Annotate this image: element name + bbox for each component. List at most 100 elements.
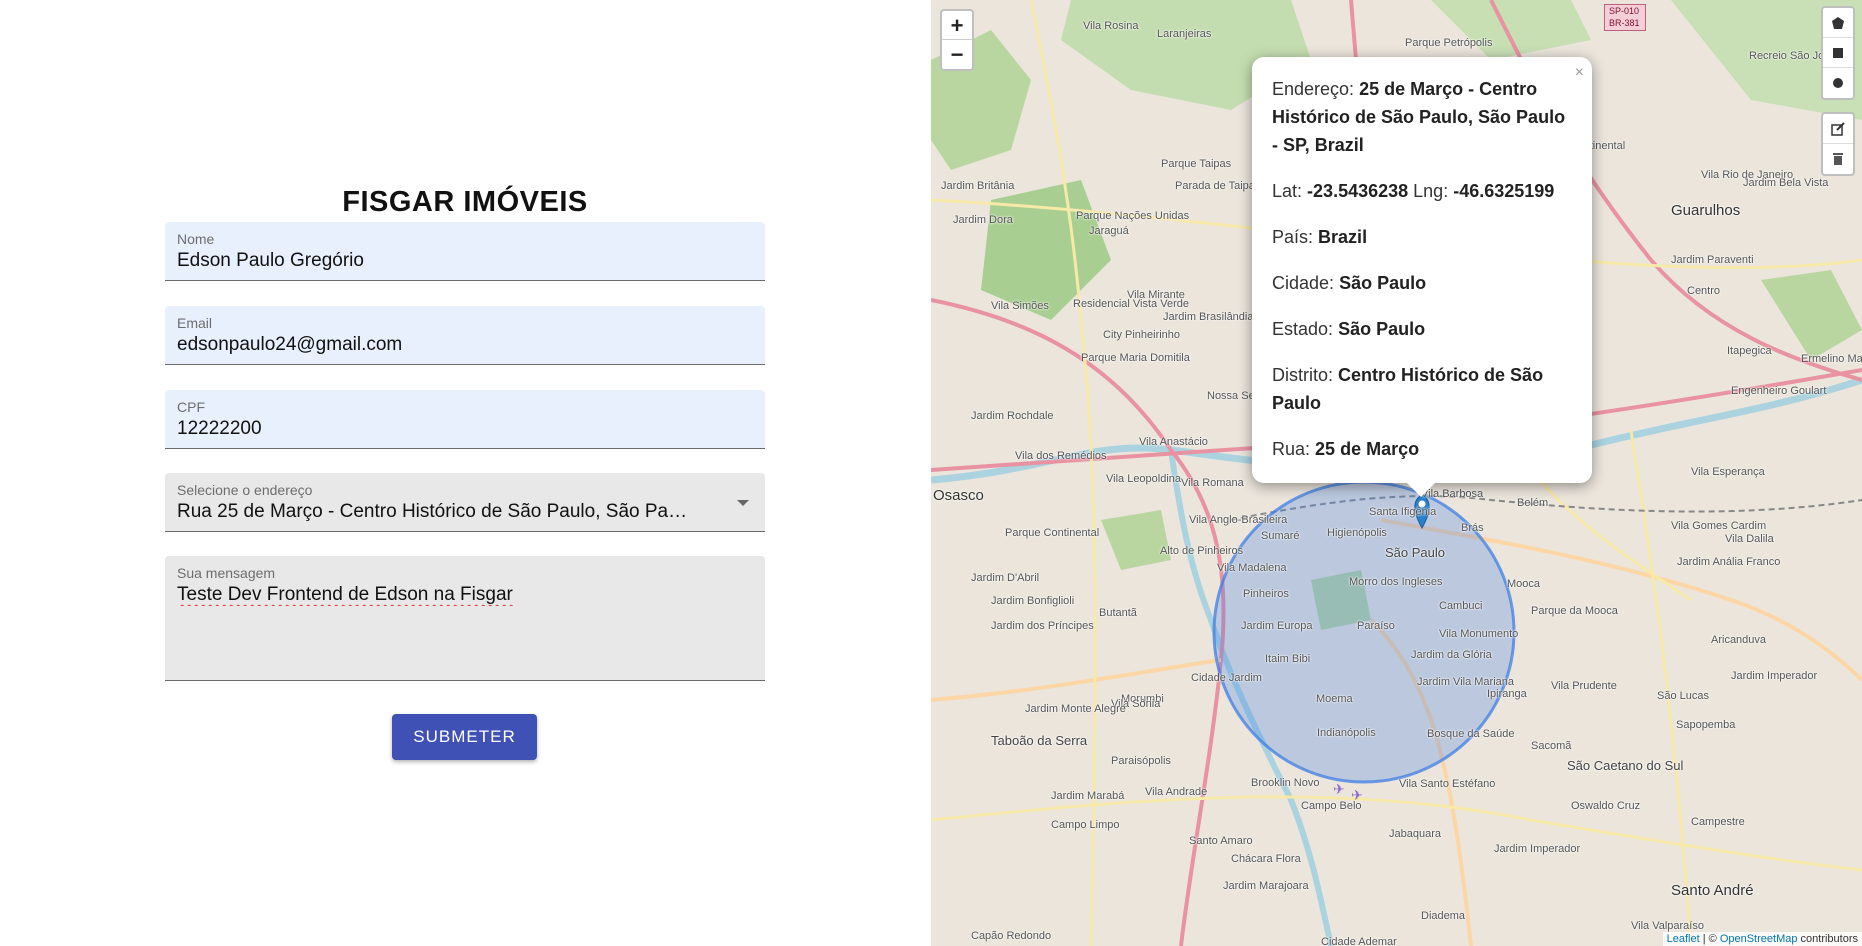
- zoom-out-button[interactable]: −: [942, 40, 972, 69]
- message-textarea[interactable]: Sua mensagem Teste Dev Frontend de Edson…: [165, 556, 765, 681]
- place-label: Guarulhos: [1671, 202, 1741, 219]
- place-label: Vila Santo Estéfano: [1399, 778, 1496, 790]
- place-label: Higienópolis: [1327, 527, 1387, 539]
- place-label: Moema: [1316, 693, 1353, 705]
- place-label: Parque Petrópolis: [1405, 37, 1493, 49]
- popup-city-label: Cidade:: [1272, 273, 1335, 293]
- popup-address-label: Endereço:: [1272, 79, 1355, 99]
- place-label: Jardim Anália Franco: [1677, 556, 1781, 568]
- name-field[interactable]: Nome Edson Paulo Gregório: [165, 222, 765, 281]
- place-label: City Pinheirinho: [1103, 329, 1181, 341]
- popup-tip: [1407, 483, 1435, 497]
- popup-street-value: 25 de Março: [1315, 439, 1420, 459]
- place-label: Capão Redondo: [971, 930, 1052, 942]
- email-field-value[interactable]: edsonpaulo24@gmail.com: [177, 334, 402, 356]
- place-label: Vila Leopoldina: [1106, 473, 1182, 485]
- place-label: Osasco: [933, 487, 984, 504]
- place-label: Engenheiro Goulart: [1731, 385, 1827, 397]
- place-label: Jardim Marajoara: [1223, 880, 1309, 892]
- place-label: Campo Belo: [1301, 800, 1362, 812]
- route-shield-line: BR-381: [1609, 18, 1640, 28]
- place-label: Indianópolis: [1317, 727, 1376, 739]
- popup-state-value: São Paulo: [1338, 319, 1426, 339]
- cpf-field-value[interactable]: 12222200: [177, 418, 262, 440]
- popup-address-row: Endereço: 25 de Março - Centro Histórico…: [1272, 75, 1572, 159]
- popup-country-row: País: Brazil: [1272, 223, 1572, 251]
- email-field[interactable]: Email edsonpaulo24@gmail.com: [165, 306, 765, 365]
- place-label: Aricanduva: [1711, 634, 1767, 646]
- place-label: Vila Monumento: [1439, 628, 1519, 640]
- place-label: Parque da Mooca: [1531, 605, 1618, 617]
- place-label: Jardim Bonfiglioli: [991, 595, 1075, 607]
- place-label: São Paulo: [1385, 545, 1445, 560]
- place-label: Jardim Europa: [1241, 620, 1313, 632]
- place-label: Jardim da Glória: [1411, 649, 1492, 661]
- place-label: Vila Esperança: [1691, 466, 1765, 478]
- place-label: Parque Continental: [1005, 527, 1100, 539]
- place-label: Vila Anglo-Brasileira: [1189, 514, 1288, 526]
- submit-button[interactable]: SUBMETER: [392, 714, 537, 760]
- place-label: Jardim dos Príncipes: [991, 620, 1094, 632]
- place-label: Jardim Vila Mariana: [1417, 676, 1515, 688]
- draw-polygon-button[interactable]: [1823, 8, 1853, 38]
- map-attribution: Leaflet | © OpenStreetMap contributors: [1662, 932, 1862, 946]
- attribution-suffix: contributors: [1797, 933, 1858, 945]
- contact-form-panel: FISGAR IMÓVEIS Nome Edson Paulo Gregório…: [0, 0, 931, 946]
- draw-rectangle-button[interactable]: [1823, 38, 1853, 68]
- place-label: Jardim Imperador: [1731, 670, 1818, 682]
- message-textarea-value[interactable]: Teste Dev Frontend de Edson na Fisgar: [177, 584, 513, 606]
- place-label: Jardim Britânia: [941, 180, 1015, 192]
- place-label: Jabaquara: [1389, 828, 1441, 840]
- cpf-field[interactable]: CPF 12222200: [165, 390, 765, 449]
- place-label: Jardim Rochdale: [971, 410, 1054, 422]
- place-label: Vila Madalena: [1217, 562, 1287, 574]
- place-label: Residencial Vista Verde: [1073, 298, 1189, 310]
- polygon-icon: [1832, 16, 1844, 29]
- place-label: Parada de Taipas: [1175, 180, 1261, 192]
- app-root: FISGAR IMÓVEIS Nome Edson Paulo Gregório…: [0, 0, 1862, 946]
- zoom-in-button[interactable]: +: [942, 11, 972, 40]
- name-field-value[interactable]: Edson Paulo Gregório: [177, 250, 364, 272]
- place-label: São Lucas: [1657, 690, 1709, 702]
- name-field-label: Nome: [177, 231, 215, 247]
- trash-icon: [1833, 153, 1843, 165]
- place-label: Jardim Paraventi: [1671, 254, 1754, 266]
- place-label: Vila Rosina: [1083, 20, 1139, 32]
- place-label: Vila Valparaíso: [1631, 920, 1704, 932]
- place-label: Jardim Imperador: [1494, 843, 1581, 855]
- address-select[interactable]: Selecione o endereço Rua 25 de Março - C…: [165, 473, 765, 532]
- place-label: Ipiranga: [1487, 688, 1527, 700]
- popup-state-row: Estado: São Paulo: [1272, 315, 1572, 343]
- address-select-value[interactable]: Rua 25 de Março - Centro Histórico de Sã…: [177, 501, 697, 523]
- leaflet-link[interactable]: Leaflet: [1667, 933, 1700, 945]
- place-label: Mooca: [1507, 578, 1541, 590]
- address-select-label: Selecione o endereço: [177, 482, 313, 498]
- delete-layers-button[interactable]: [1823, 144, 1853, 174]
- openstreetmap-link[interactable]: OpenStreetMap: [1720, 933, 1798, 945]
- popup-coords-row: Lat: -23.5436238 Lng: -46.6325199: [1272, 177, 1572, 205]
- place-label: Parque Taipas: [1161, 158, 1232, 170]
- place-label: Jardim Brasilândia: [1163, 311, 1254, 323]
- place-label: Santo Amaro: [1189, 835, 1253, 847]
- close-icon[interactable]: ×: [1575, 59, 1584, 87]
- place-label: São Caetano do Sul: [1567, 758, 1684, 773]
- email-field-label: Email: [177, 315, 213, 331]
- draw-circle-button[interactable]: [1823, 68, 1853, 98]
- place-label: Butantã: [1099, 607, 1137, 619]
- popup-lng-label: Lng:: [1413, 181, 1449, 201]
- place-label: Chácara Flora: [1231, 853, 1301, 865]
- place-label: Centro: [1687, 285, 1721, 297]
- place-label: Cidade Jardim: [1191, 672, 1262, 684]
- place-label: Vila Dalila: [1725, 533, 1774, 545]
- edit-layers-button[interactable]: [1823, 114, 1853, 144]
- place-label: Jaraguá: [1089, 225, 1129, 237]
- popup-city-value: São Paulo: [1339, 273, 1427, 293]
- edit-icon: [1831, 121, 1845, 136]
- place-label: Sumaré: [1261, 530, 1300, 542]
- popup-city-row: Cidade: São Paulo: [1272, 269, 1572, 297]
- map-panel[interactable]: ✈ ✈ Vila Rosina Laranjeiras Parque Petró…: [931, 0, 1862, 946]
- place-label: Brooklin Novo: [1251, 777, 1320, 789]
- page-title: FISGAR IMÓVEIS: [342, 186, 588, 218]
- chevron-down-icon[interactable]: [737, 500, 749, 506]
- place-label: Campestre: [1691, 816, 1745, 828]
